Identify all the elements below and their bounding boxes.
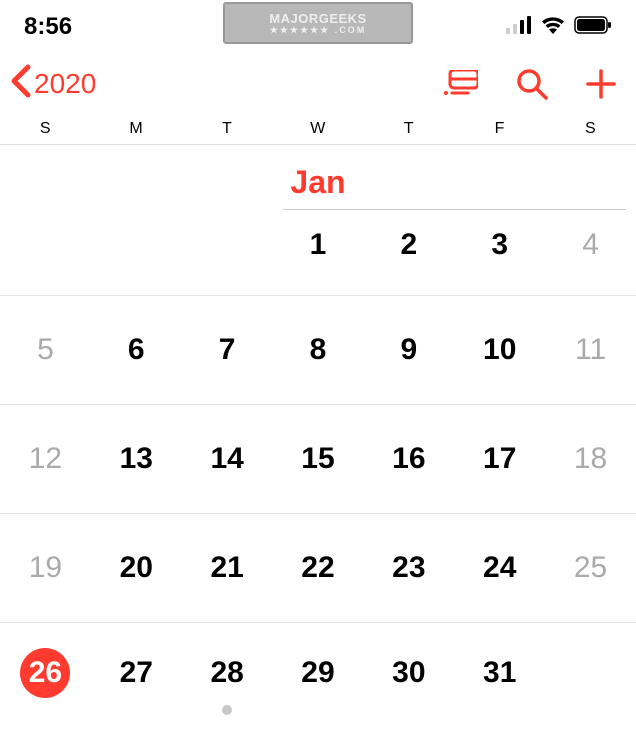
back-label: 2020: [34, 68, 96, 100]
day-cell[interactable]: 25: [545, 514, 636, 622]
day-cell[interactable]: 7: [182, 296, 273, 404]
day-number: 27: [120, 656, 153, 690]
day-number: 3: [491, 228, 508, 262]
empty-cell: [182, 228, 273, 295]
chevron-left-icon: [8, 63, 34, 106]
calendar-grid: 1234567891011121314151617181920212223242…: [0, 210, 636, 723]
weekday-label: T: [182, 120, 273, 138]
add-button[interactable]: [586, 69, 616, 99]
day-number: 26: [20, 648, 70, 698]
day-cell[interactable]: 16: [363, 405, 454, 513]
week-row: 12 13 14 15 16 17 18: [0, 405, 636, 514]
day-cell[interactable]: 12: [0, 405, 91, 513]
watermark-text: MAJORGEEKS: [269, 12, 366, 25]
day-number: 7: [219, 333, 236, 367]
day-number: 13: [120, 442, 153, 476]
day-cell[interactable]: 22: [273, 514, 364, 622]
empty-cell: [91, 228, 182, 295]
day-number: 28: [210, 656, 243, 690]
day-cell[interactable]: 9: [363, 296, 454, 404]
day-cell[interactable]: 29: [273, 623, 364, 723]
day-number: 30: [392, 656, 425, 690]
month-header-row: Jan: [0, 145, 636, 209]
back-button[interactable]: 2020: [8, 63, 96, 106]
day-number: 20: [120, 551, 153, 585]
day-cell[interactable]: 6: [91, 296, 182, 404]
day-number: 29: [301, 656, 334, 690]
weekday-label: W: [273, 120, 364, 138]
day-number: 19: [29, 551, 62, 585]
day-number: 18: [574, 442, 607, 476]
weekday-label: S: [0, 120, 91, 138]
week-row: 19 20 21 22 23 24 25: [0, 514, 636, 623]
day-number: 8: [310, 333, 327, 367]
day-cell[interactable]: 23: [363, 514, 454, 622]
day-cell[interactable]: 28: [182, 623, 273, 723]
day-number: 15: [301, 442, 334, 476]
signal-icon: [506, 16, 532, 39]
day-cell[interactable]: 18: [545, 405, 636, 513]
day-number: 12: [29, 442, 62, 476]
watermark-subtext: ★★★★★★ .COM: [270, 26, 366, 35]
day-number: 17: [483, 442, 516, 476]
day-cell[interactable]: 3: [454, 228, 545, 295]
day-cell[interactable]: 4: [545, 228, 636, 295]
day-cell[interactable]: 17: [454, 405, 545, 513]
week-row: 1 2 3 4: [0, 210, 636, 296]
day-number: 31: [483, 656, 516, 690]
day-number: 24: [483, 551, 516, 585]
day-number: 16: [392, 442, 425, 476]
day-number: 9: [401, 333, 418, 367]
day-cell[interactable]: 14: [182, 405, 273, 513]
weekday-label: M: [91, 120, 182, 138]
day-cell[interactable]: 30: [363, 623, 454, 723]
watermark: MAJORGEEKS ★★★★★★ .COM: [223, 2, 413, 44]
empty-cell: [545, 623, 636, 723]
month-label: Jan: [273, 164, 364, 201]
week-row: 26 27 28 29 30 31: [0, 623, 636, 723]
day-cell[interactable]: 11: [545, 296, 636, 404]
day-number: 6: [128, 333, 145, 367]
day-cell[interactable]: 5: [0, 296, 91, 404]
day-number: 25: [574, 551, 607, 585]
day-number: 22: [301, 551, 334, 585]
day-cell[interactable]: 15: [273, 405, 364, 513]
status-bar: 8:56 MAJORGEEKS ★★★★★★ .COM: [0, 0, 636, 48]
day-number: 23: [392, 551, 425, 585]
day-number: 21: [210, 551, 243, 585]
day-cell[interactable]: 8: [273, 296, 364, 404]
empty-cell: [0, 228, 91, 295]
day-cell[interactable]: 21: [182, 514, 273, 622]
day-number: 11: [575, 333, 606, 367]
day-cell[interactable]: 10: [454, 296, 545, 404]
battery-icon: [574, 16, 612, 39]
weekday-label: S: [545, 120, 636, 138]
event-dot-icon: [222, 705, 232, 715]
day-cell[interactable]: 2: [363, 228, 454, 295]
weekday-header: S M T W T F S: [0, 120, 636, 145]
day-number: 1: [310, 228, 327, 262]
day-cell[interactable]: 20: [91, 514, 182, 622]
nav-bar: 2020: [0, 48, 636, 120]
day-cell[interactable]: 24: [454, 514, 545, 622]
day-cell[interactable]: 19: [0, 514, 91, 622]
search-button[interactable]: [516, 68, 548, 100]
day-number: 14: [210, 442, 243, 476]
weekday-label: F: [454, 120, 545, 138]
day-number: 2: [401, 228, 418, 262]
day-cell[interactable]: 31: [454, 623, 545, 723]
day-cell[interactable]: 27: [91, 623, 182, 723]
wifi-icon: [540, 15, 566, 40]
day-number: 10: [483, 333, 516, 367]
day-number: 4: [582, 228, 599, 262]
weekday-label: T: [363, 120, 454, 138]
day-cell[interactable]: 1: [273, 228, 364, 295]
day-number: 5: [37, 333, 54, 367]
day-cell[interactable]: 26: [0, 623, 91, 723]
status-time: 8:56: [24, 7, 72, 41]
day-cell[interactable]: 13: [91, 405, 182, 513]
list-view-button[interactable]: [444, 70, 478, 98]
week-row: 5 6 7 8 9 10 11: [0, 296, 636, 405]
